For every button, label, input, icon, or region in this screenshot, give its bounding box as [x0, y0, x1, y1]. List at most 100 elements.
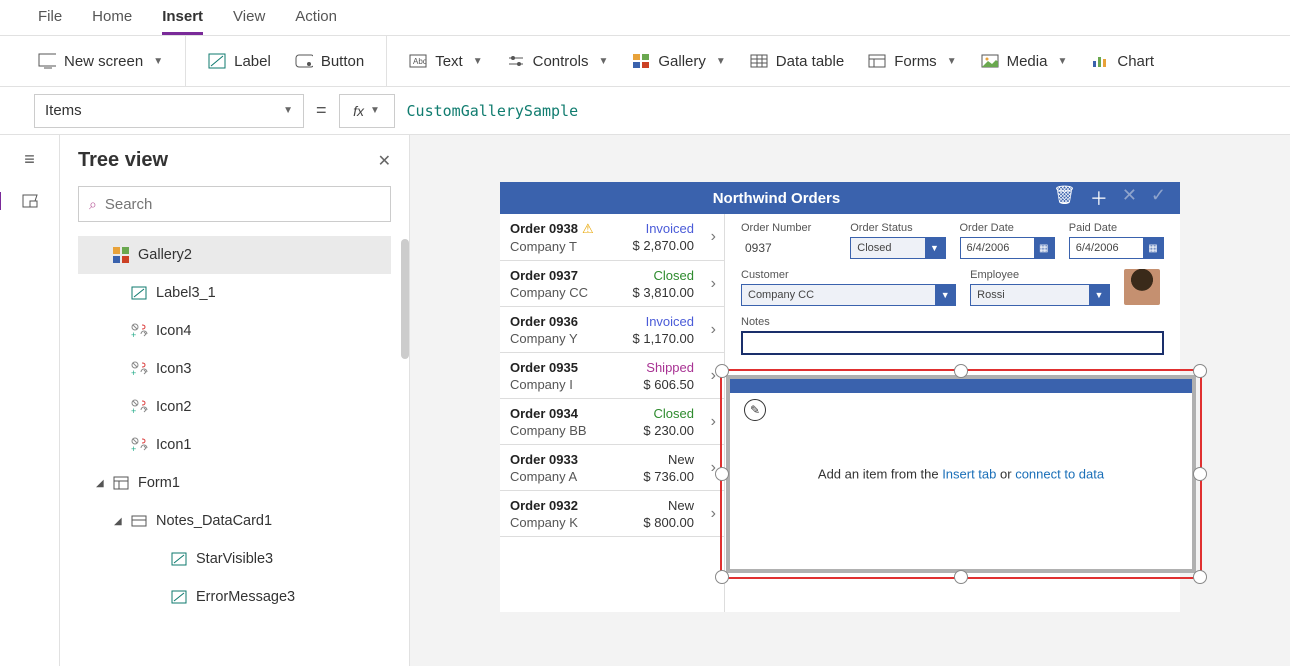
tree-item-gallery2[interactable]: Gallery2 [78, 236, 391, 274]
data-table-button[interactable]: Data table [738, 46, 856, 76]
fx-button[interactable]: fx▼ [339, 94, 395, 128]
label-icon [170, 550, 188, 568]
chevron-down-icon: ▼ [283, 105, 293, 116]
controls-icon [507, 52, 525, 70]
gallery-icon [112, 246, 130, 264]
label-button[interactable]: Label [196, 46, 283, 76]
formula-bar: Items▼ = fx▼ CustomGallerySample [0, 87, 1290, 135]
chart-icon [1091, 52, 1109, 70]
gallery-placeholder-message: Add an item from the Insert tab or conne… [730, 467, 1192, 482]
resize-handle[interactable] [1193, 467, 1207, 481]
equals-sign: = [316, 100, 327, 121]
order-row[interactable]: Order 0934 Company BB Closed $ 230.00 › [500, 399, 724, 445]
order-row[interactable]: Order 0937 Company CC Closed $ 3,810.00 … [500, 261, 724, 307]
tree-item-form1[interactable]: ◢ Form1 [78, 464, 391, 502]
resize-handle[interactable] [1193, 570, 1207, 584]
chevron-right-icon: › [711, 321, 716, 339]
datacard-icon [130, 512, 148, 530]
resize-handle[interactable] [1193, 364, 1207, 378]
tree-item-starvisible3[interactable]: StarVisible3 [78, 540, 391, 578]
expand-icon[interactable]: ◢ [114, 516, 122, 527]
form-icon [112, 474, 130, 492]
expand-icon[interactable]: ◢ [96, 478, 104, 489]
chevron-down-icon: ▼ [925, 238, 945, 258]
app-title: Northwind Orders [500, 190, 1053, 207]
order-row[interactable]: Order 0938⚠ Company T Invoiced $ 2,870.0… [500, 214, 724, 261]
tree-item-errormessage3[interactable]: ErrorMessage3 [78, 578, 391, 616]
design-canvas[interactable]: Northwind Orders 🗑 ＋ ✕ ✓ Order 0938⚠ Com… [410, 135, 1290, 666]
trash-icon[interactable]: 🗑 [1053, 185, 1076, 211]
tree-item-icon1[interactable]: + Icon1 [78, 426, 391, 464]
search-icon: ⌕ [89, 196, 97, 213]
plus-icon[interactable]: ＋ [1090, 185, 1108, 211]
tree-title: Tree view [78, 149, 168, 172]
forms-icon [868, 52, 886, 70]
menu-home[interactable]: Home [92, 8, 132, 25]
media-dropdown[interactable]: Media▼ [969, 46, 1080, 76]
chevron-right-icon: › [711, 413, 716, 431]
search-input[interactable] [105, 196, 380, 213]
employee-label: Employee [970, 269, 1110, 281]
icon-group-icon: + [130, 398, 148, 416]
menu-insert[interactable]: Insert [162, 8, 203, 35]
tree-search[interactable]: ⌕ [78, 186, 391, 222]
media-icon [981, 52, 999, 70]
tree-item-icon3[interactable]: + Icon3 [78, 350, 391, 388]
notes-input[interactable] [741, 331, 1164, 355]
new-screen-button[interactable]: New screen▼ [26, 46, 175, 76]
forms-dropdown[interactable]: Forms▼ [856, 46, 968, 76]
calendar-icon: ▦ [1034, 238, 1054, 258]
order-row[interactable]: Order 0932 Company K New $ 800.00 › [500, 491, 724, 537]
label-icon [170, 588, 188, 606]
menu-bar: File Home Insert View Action [0, 0, 1290, 35]
scrollbar-thumb[interactable] [401, 239, 409, 359]
tree-item-icon2[interactable]: + Icon2 [78, 388, 391, 426]
order-date-label: Order Date [960, 222, 1055, 234]
insert-tab-link[interactable]: Insert tab [942, 467, 996, 482]
order-status-label: Order Status [850, 222, 945, 234]
chart-dropdown[interactable]: Chart [1079, 46, 1166, 76]
order-status-combo[interactable]: Closed▼ [850, 237, 945, 259]
tree-item-icon4[interactable]: + Icon4 [78, 312, 391, 350]
tree-view-tab[interactable] [0, 192, 39, 210]
icon-group-icon: + [130, 360, 148, 378]
button-icon [295, 52, 313, 70]
resize-handle[interactable] [715, 364, 729, 378]
menu-view[interactable]: View [233, 8, 265, 25]
resize-handle[interactable] [715, 467, 729, 481]
button-button[interactable]: Button [283, 46, 376, 76]
order-date-input[interactable]: 6/4/2006▦ [960, 237, 1055, 259]
menu-action[interactable]: Action [295, 8, 337, 25]
resize-handle[interactable] [715, 570, 729, 584]
calendar-icon: ▦ [1143, 238, 1163, 258]
resize-handle[interactable] [954, 570, 968, 584]
tree-item-notes-datacard1[interactable]: ◢ Notes_DataCard1 [78, 502, 391, 540]
check-icon[interactable]: ✓ [1151, 185, 1166, 211]
hamburger-icon[interactable]: ≡ [24, 149, 35, 170]
edit-icon[interactable]: ✎ [744, 399, 766, 421]
order-row[interactable]: Order 0933 Company A New $ 736.00 › [500, 445, 724, 491]
property-selector[interactable]: Items▼ [34, 94, 304, 128]
close-icon[interactable]: ✕ [378, 151, 391, 171]
menu-file[interactable]: File [38, 8, 62, 25]
label-icon [130, 284, 148, 302]
order-list[interactable]: Order 0938⚠ Company T Invoiced $ 2,870.0… [500, 214, 725, 612]
cancel-icon[interactable]: ✕ [1122, 185, 1137, 211]
gallery-dropdown[interactable]: Gallery▼ [620, 46, 737, 76]
connect-data-link[interactable]: connect to data [1015, 467, 1104, 482]
chevron-right-icon: › [711, 505, 716, 523]
text-dropdown[interactable]: Abc Text▼ [397, 46, 494, 76]
employee-combo[interactable]: Rossi▼ [970, 284, 1110, 306]
chevron-right-icon: › [711, 275, 716, 293]
formula-input[interactable]: CustomGallerySample [407, 102, 579, 120]
selected-control[interactable]: ✎ Add an item from the Insert tab or con… [720, 369, 1202, 579]
paid-date-input[interactable]: 6/4/2006▦ [1069, 237, 1164, 259]
gallery-header-bar [730, 379, 1192, 393]
customer-combo[interactable]: Company CC▼ [741, 284, 956, 306]
tree-item-label3-1[interactable]: Label3_1 [78, 274, 391, 312]
icon-group-icon: + [130, 322, 148, 340]
order-row[interactable]: Order 0936 Company Y Invoiced $ 1,170.00… [500, 307, 724, 353]
controls-dropdown[interactable]: Controls▼ [495, 46, 621, 76]
order-number-value: 0937 [741, 237, 836, 259]
order-row[interactable]: Order 0935 Company I Shipped $ 606.50 › [500, 353, 724, 399]
